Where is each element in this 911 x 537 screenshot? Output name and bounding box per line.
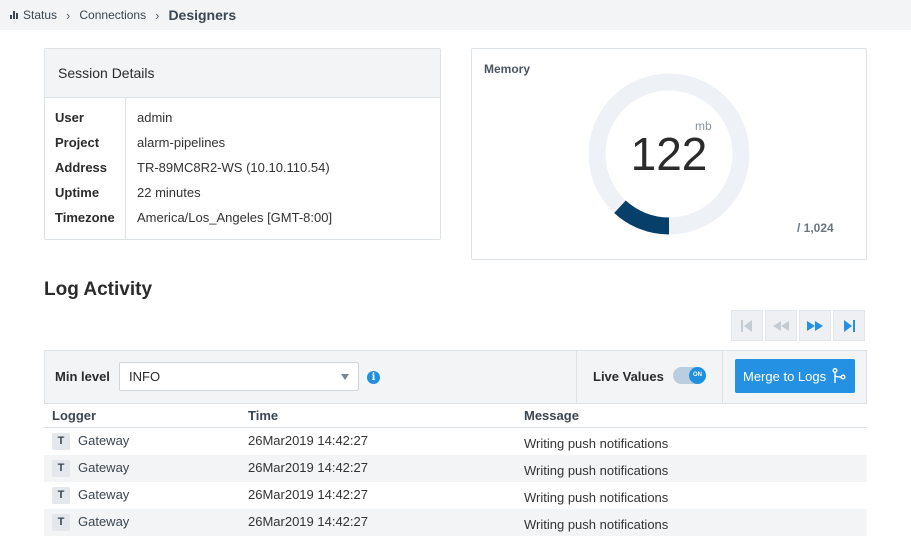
session-key-timezone: Timezone [55,210,115,225]
column-header-logger[interactable]: Logger [52,408,96,423]
message-cell: Writing push notifications [524,463,669,478]
bar-chart-icon [10,11,18,19]
log-activity-title: Log Activity [44,279,153,300]
toolbar-divider [576,351,577,403]
chevron-right-icon: › [66,7,71,23]
merge-to-logs-button[interactable]: Merge to Logs [735,359,855,393]
memory-value: 122 [630,128,708,180]
table-row[interactable]: T Gateway 26Mar2019 14:42:27 Writing pus… [44,455,867,482]
message-cell: Writing push notifications [524,517,669,532]
merge-icon [832,368,846,383]
min-level-select[interactable]: INFO [119,362,359,391]
level-badge: T [52,487,70,504]
table-row[interactable]: T Gateway 26Mar2019 14:42:27 Writing pus… [44,428,867,455]
info-icon[interactable]: i [367,371,380,384]
merge-to-logs-label: Merge to Logs [743,368,827,384]
table-row[interactable]: T Gateway 26Mar2019 14:42:27 Writing pus… [44,509,867,536]
memory-title: Memory [484,62,531,76]
breadcrumb-label-status: Status [23,8,58,22]
toggle-knob: ON [689,367,706,384]
table-row[interactable]: T Gateway 26Mar2019 14:42:27 Writing pus… [44,482,867,509]
memory-max: / 1,024 [797,221,834,235]
session-value-project: alarm-pipelines [137,135,226,150]
session-key-uptime: Uptime [55,185,100,200]
session-details-title: Session Details [45,49,440,98]
session-key-user: User [55,110,84,125]
breadcrumb-label-connections: Connections [79,8,147,22]
memory-unit: mb [695,119,712,133]
level-badge: T [52,460,70,477]
message-cell: Writing push notifications [524,490,669,505]
column-header-message[interactable]: Message [524,408,579,423]
previous-page-icon [773,320,789,331]
caret-down-icon [341,374,349,380]
breadcrumb-current: Designers [168,7,237,23]
last-page-button[interactable] [833,310,865,341]
logger-cell: Gateway [78,487,130,502]
min-level-label: Min level [55,369,110,384]
session-key-address: Address [55,160,108,175]
breadcrumb: Status › Connections › Designers [0,0,911,30]
log-toolbar: Min level INFO i Live Values ON Merge to… [44,350,867,404]
time-cell: 26Mar2019 14:42:27 [248,460,368,475]
next-page-icon [807,320,823,331]
session-value-address: TR-89MC8R2-WS (10.10.110.54) [137,160,330,175]
level-badge: T [52,433,70,450]
logger-cell: Gateway [78,460,130,475]
first-page-icon [741,319,752,332]
session-key-project: Project [55,135,100,150]
min-level-value: INFO [129,369,161,384]
time-cell: 26Mar2019 14:42:27 [248,514,368,529]
breadcrumb-item-connections[interactable]: Connections [79,8,146,22]
session-details-card: Session Details User Project Address Upt… [44,48,441,240]
logger-cell: Gateway [78,433,130,448]
next-page-button[interactable] [799,310,831,341]
session-value-timezone: America/Los_Angeles [GMT-8:00] [137,210,333,225]
log-table: Logger Time Message T Gateway 26Mar2019 … [44,404,867,536]
chevron-right-icon: › [155,7,160,23]
live-values-label: Live Values [593,369,664,384]
log-table-header: Logger Time Message [44,404,867,428]
live-values-toggle[interactable]: ON [673,367,706,384]
column-header-time[interactable]: Time [248,408,278,423]
session-value-uptime: 22 minutes [137,185,201,200]
message-cell: Writing push notifications [524,436,669,451]
previous-page-button[interactable] [765,310,797,341]
level-badge: T [52,514,70,531]
time-cell: 26Mar2019 14:42:27 [248,433,368,448]
breadcrumb-item-status[interactable]: Status [10,8,57,22]
last-page-icon [844,319,855,332]
session-value-user: admin [137,110,173,125]
toolbar-divider [722,351,723,403]
time-cell: 26Mar2019 14:42:27 [248,487,368,502]
first-page-button[interactable] [731,310,763,341]
logger-cell: Gateway [78,514,130,529]
memory-card: Memory 122 mb / 1,024 [471,48,867,260]
